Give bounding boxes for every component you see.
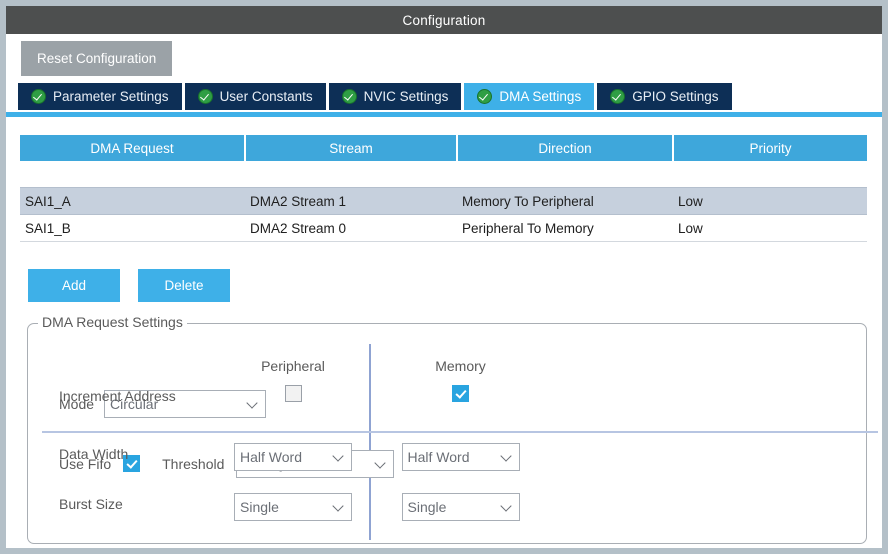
tab-label: NVIC Settings (363, 89, 449, 104)
chevron-down-icon (502, 451, 513, 462)
increment-address-memory-cell (378, 384, 543, 403)
data-width-row: Data Width Half Word Half Word (40, 442, 854, 473)
burst-size-memory-cell: Single (378, 492, 543, 521)
section-divider (42, 430, 878, 433)
reset-configuration-button[interactable]: Reset Configuration (21, 41, 173, 76)
increment-address-label: Increment Address (59, 387, 176, 404)
cell-priority: Low (673, 187, 867, 215)
tab-content-dma-settings: DMA Request Stream Direction Priority SA… (6, 135, 882, 544)
cell-dma-request: SAI1_B (20, 214, 245, 242)
check-circle-icon (31, 89, 46, 104)
cell-direction: Peripheral To Memory (457, 214, 673, 242)
burst-size-memory-select[interactable]: Single (401, 492, 520, 521)
data-width-memory-value: Half Word (407, 448, 470, 465)
check-circle-icon (610, 89, 626, 104)
cell-direction: Memory To Peripheral (457, 187, 673, 215)
cell-dma-request: SAI1_A (20, 187, 245, 215)
dma-request-settings-group: DMA Request Settings Peripheral Memory M… (27, 314, 878, 544)
burst-size-memory-value: Single (407, 498, 447, 515)
burst-size-peripheral-select[interactable]: Single (234, 492, 352, 521)
tab-parameter-settings[interactable]: Parameter Settings (18, 83, 182, 110)
column-header-priority[interactable]: Priority (673, 135, 867, 161)
table-spacer (20, 161, 867, 188)
chevron-down-icon (334, 451, 345, 462)
table-header-row: DMA Request Stream Direction Priority (20, 135, 867, 161)
add-button[interactable]: Add (28, 269, 120, 302)
data-width-memory-select[interactable]: Half Word (401, 442, 520, 471)
tab-strip: Parameter Settings User Constants NVIC S… (6, 83, 882, 112)
burst-size-peripheral-value: Single (240, 498, 279, 515)
tab-label: GPIO Settings (632, 89, 719, 104)
column-header-memory: Memory (435, 357, 486, 374)
increment-address-row: Increment Address (40, 384, 854, 409)
burst-size-peripheral-cell: Single (208, 492, 378, 521)
table-action-buttons: Add Delete (20, 269, 868, 302)
table-row[interactable]: SAI1_B DMA2 Stream 0 Peripheral To Memor… (20, 214, 867, 242)
tab-active-underline (6, 112, 882, 117)
data-width-peripheral-value: Half Word (240, 448, 302, 465)
increment-address-peripheral-checkbox[interactable] (284, 384, 302, 402)
column-header-direction[interactable]: Direction (457, 135, 674, 161)
burst-size-row: Burst Size Single Single (40, 492, 854, 523)
increment-address-peripheral-cell (208, 384, 378, 403)
column-header-stream[interactable]: Stream (245, 135, 458, 161)
window-title-bar: Configuration (6, 6, 882, 34)
tab-label: Parameter Settings (53, 89, 169, 104)
configuration-window: Configuration Reset Configuration Parame… (6, 6, 882, 548)
tab-user-constants[interactable]: User Constants (184, 83, 326, 110)
cell-stream: DMA2 Stream 1 (245, 187, 457, 215)
tab-dma-settings[interactable]: DMA Settings (464, 83, 595, 110)
tab-label: DMA Settings (499, 89, 582, 104)
dma-requests-table[interactable]: DMA Request Stream Direction Priority SA… (20, 135, 867, 242)
check-circle-icon (477, 89, 493, 104)
chevron-down-icon (502, 501, 513, 512)
delete-button[interactable]: Delete (138, 269, 230, 302)
data-width-label: Data Width (59, 445, 129, 462)
window-title: Configuration (402, 12, 486, 28)
cell-priority: Low (673, 214, 867, 242)
data-width-peripheral-cell: Half Word (208, 442, 378, 471)
tab-gpio-settings[interactable]: GPIO Settings (597, 83, 732, 110)
chevron-down-icon (334, 501, 345, 512)
data-width-peripheral-select[interactable]: Half Word (234, 442, 352, 471)
column-header-peripheral: Peripheral (261, 357, 325, 374)
column-header-dma-request[interactable]: DMA Request (20, 135, 246, 161)
tab-nvic-settings[interactable]: NVIC Settings (328, 83, 462, 110)
check-circle-icon (341, 89, 357, 104)
burst-size-label: Burst Size (59, 495, 123, 512)
table-row[interactable]: SAI1_A DMA2 Stream 1 Memory To Periphera… (20, 187, 867, 215)
data-width-memory-cell: Half Word (378, 442, 543, 471)
toolbar: Reset Configuration (6, 34, 882, 83)
tab-label: User Constants (219, 89, 313, 104)
group-legend: DMA Request Settings (38, 314, 187, 330)
increment-address-memory-checkbox[interactable] (452, 384, 469, 402)
cell-stream: DMA2 Stream 0 (245, 214, 457, 242)
check-circle-icon (197, 89, 213, 104)
